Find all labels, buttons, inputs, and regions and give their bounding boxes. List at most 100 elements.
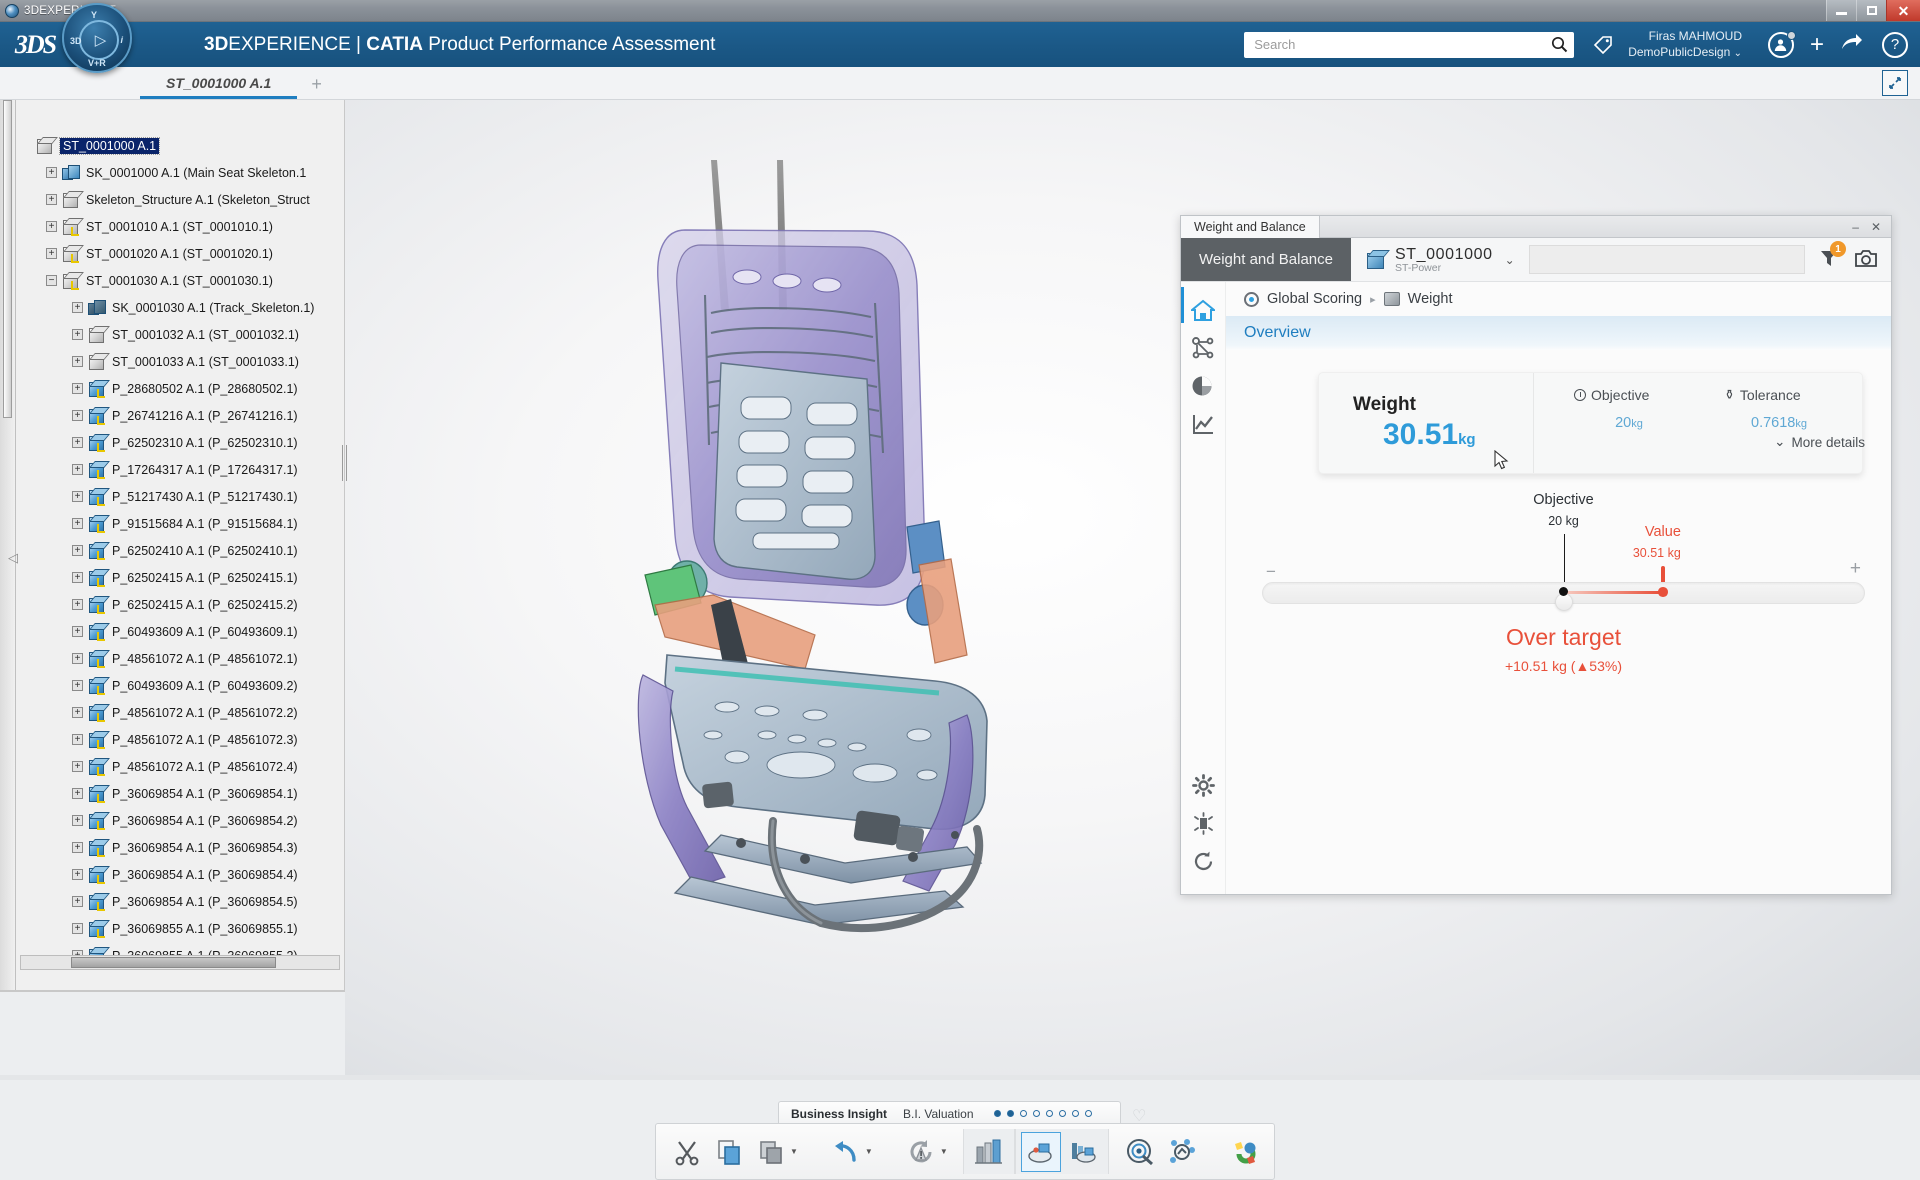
weight-objective-gauge[interactable]: Objective 20 kg Value 30.51 kg − + Over …: [1262, 492, 1865, 732]
collapse-tree-button[interactable]: ◁: [5, 545, 21, 571]
pagination-dot[interactable]: [994, 1110, 1001, 1117]
tree-node-label[interactable]: P_62502310 A.1 (P_62502310.1): [112, 436, 298, 450]
tree-node-label[interactable]: P_48561072 A.1 (P_48561072.1): [112, 652, 298, 666]
compass-label-vr[interactable]: V+R: [88, 58, 106, 68]
cut-icon[interactable]: [667, 1132, 707, 1172]
tree-node[interactable]: + P_36069854 A.1 (P_36069854.2): [20, 807, 345, 834]
tree-node-label[interactable]: P_36069854 A.1 (P_36069854.2): [112, 814, 298, 828]
tree-node-expander[interactable]: +: [46, 221, 57, 232]
tree-node-expander[interactable]: +: [72, 383, 83, 394]
pagination-dot[interactable]: [1085, 1110, 1092, 1117]
panel-close-button[interactable]: ✕: [1871, 220, 1881, 234]
tree-node-label[interactable]: ST_0001010 A.1 (ST_0001010.1): [86, 220, 273, 234]
tree-node[interactable]: + ST_0001010 A.1 (ST_0001010.1): [20, 213, 345, 240]
measure-inertia-icon[interactable]: [1021, 1132, 1061, 1172]
tree-node[interactable]: +P_36069855 A.1 (P_36069855.1): [20, 915, 345, 942]
tree-node[interactable]: +P_17264317 A.1 (P_17264317.1): [20, 456, 345, 483]
gauge-increase-button[interactable]: +: [1850, 558, 1861, 580]
tree-node-expander[interactable]: +: [72, 923, 83, 934]
gauge-decrease-button[interactable]: −: [1266, 562, 1276, 582]
snapshot-camera-icon[interactable]: [1855, 249, 1877, 271]
toolbar-filler-field[interactable]: [1529, 245, 1805, 274]
compass-label-i[interactable]: i: [120, 35, 123, 45]
user-org[interactable]: DemoPublicDesign ⌄: [1628, 44, 1742, 61]
tree-node-expander[interactable]: +: [72, 302, 83, 313]
tree-node-label[interactable]: ST_0001020 A.1 (ST_0001020.1): [86, 247, 273, 261]
tree-node-label[interactable]: P_62502415 A.1 (P_62502415.1): [112, 571, 298, 585]
tree-node[interactable]: +ST_0001033 A.1 (ST_0001033.1): [20, 348, 345, 375]
tree-node-label[interactable]: SK_0001030 A.1 (Track_Skeleton.1): [112, 301, 314, 315]
refresh-icon[interactable]: [1186, 842, 1220, 880]
relations-network-icon[interactable]: [1162, 1132, 1202, 1172]
tree-node-expander[interactable]: +: [72, 707, 83, 718]
line-chart-icon[interactable]: [1186, 405, 1220, 443]
help-icon[interactable]: ?: [1882, 32, 1908, 58]
tree-hscroll-thumb[interactable]: [71, 957, 276, 968]
pagination-dot[interactable]: [1072, 1110, 1079, 1117]
pagination-dot[interactable]: [1059, 1110, 1066, 1117]
undo-dropdown-caret[interactable]: ▼: [865, 1147, 873, 1156]
panel-minimize-button[interactable]: –: [1852, 220, 1859, 234]
breadcrumb-root[interactable]: Global Scoring: [1267, 291, 1362, 307]
tree-node-expander[interactable]: +: [72, 572, 83, 583]
tree-node-label[interactable]: P_17264317 A.1 (P_17264317.1): [112, 463, 298, 477]
tree-node-expander[interactable]: +: [46, 167, 57, 178]
tree-node-expander[interactable]: +: [72, 599, 83, 610]
tree-node-label[interactable]: P_62502415 A.1 (P_62502415.2): [112, 598, 298, 612]
tree-node-expander[interactable]: +: [72, 491, 83, 502]
tools-gear-icon[interactable]: [1226, 1132, 1266, 1172]
business-insight-tab[interactable]: Business Insight B.I. Valuation: [778, 1101, 1121, 1125]
tree-node-expander[interactable]: −: [46, 275, 57, 286]
pagination-dot[interactable]: [1033, 1110, 1040, 1117]
tree-resize-grip[interactable]: [341, 445, 350, 481]
tree-node-label[interactable]: P_36069854 A.1 (P_36069854.4): [112, 868, 298, 882]
more-details-toggle[interactable]: ⌄ More details: [1774, 434, 1865, 450]
chevron-down-icon[interactable]: ⌄: [1505, 253, 1515, 267]
pagination-dot[interactable]: [1020, 1110, 1027, 1117]
tree-node[interactable]: +P_48561072 A.1 (P_48561072.1): [20, 645, 345, 672]
tree-node[interactable]: +P_48561072 A.1 (P_48561072.3): [20, 726, 345, 753]
tree-node[interactable]: +P_62502410 A.1 (P_62502410.1): [20, 537, 345, 564]
window-close-button[interactable]: ✕: [1886, 0, 1920, 21]
tree-node-expander[interactable]: +: [72, 626, 83, 637]
tree-node-expander[interactable]: +: [46, 248, 57, 259]
tree-node-label[interactable]: Skeleton_Structure A.1 (Skeleton_Struct: [86, 193, 310, 207]
undo-icon[interactable]: [826, 1132, 866, 1172]
tree-node[interactable]: +P_48561072 A.1 (P_48561072.2): [20, 699, 345, 726]
tree-node-label[interactable]: P_60493609 A.1 (P_60493609.1): [112, 625, 298, 639]
navigation-compass[interactable]: Y ▷ 3D i V+R: [62, 3, 132, 73]
tree-node-expander[interactable]: +: [72, 842, 83, 853]
search-input[interactable]: [1254, 37, 1551, 52]
tree-node[interactable]: + P_28680502 A.1 (P_28680502.1): [20, 375, 345, 402]
tree-node-expander[interactable]: +: [46, 194, 57, 205]
object-selector[interactable]: ST_0001000 ST-Power ⌄: [1351, 238, 1529, 281]
dassault-systemes-logo[interactable]: 3DS: [14, 25, 56, 65]
tree-node[interactable]: +P_36069854 A.1 (P_36069854.3): [20, 834, 345, 861]
tree-node-label[interactable]: P_48561072 A.1 (P_48561072.3): [112, 733, 298, 747]
tree-node-label[interactable]: ST_0001030 A.1 (ST_0001030.1): [86, 274, 273, 288]
pagination-dot[interactable]: [1007, 1110, 1014, 1117]
measure-between-icon[interactable]: [1063, 1132, 1103, 1172]
tree-node-label[interactable]: ST_0001032 A.1 (ST_0001032.1): [112, 328, 299, 342]
tag-icon[interactable]: [1592, 34, 1614, 56]
tree-node-label[interactable]: P_91515684 A.1 (P_91515684.1): [112, 517, 298, 531]
tree-node[interactable]: +P_26741216 A.1 (P_26741216.1): [20, 402, 345, 429]
search-box[interactable]: [1244, 32, 1574, 58]
tree-node-label[interactable]: P_28680502 A.1 (P_28680502.1): [112, 382, 298, 396]
car-seat-model[interactable]: [515, 135, 1155, 1005]
tree-node-label[interactable]: ST_0001033 A.1 (ST_0001033.1): [112, 355, 299, 369]
copy-icon[interactable]: [709, 1132, 749, 1172]
tree-node-label[interactable]: P_51217430 A.1 (P_51217430.1): [112, 490, 298, 504]
target-scoring-icon[interactable]: [1120, 1132, 1160, 1172]
tree-node-expander[interactable]: +: [72, 815, 83, 826]
tree-node-expander[interactable]: +: [72, 410, 83, 421]
tree-node-label[interactable]: SK_0001000 A.1 (Main Seat Skeleton.1: [86, 166, 306, 180]
tree-node-expander[interactable]: +: [72, 761, 83, 772]
simulation-icon[interactable]: [1186, 804, 1220, 842]
tree-node[interactable]: +P_36069854 A.1 (P_36069854.1): [20, 780, 345, 807]
share-icon[interactable]: [1840, 32, 1864, 57]
tree-node-label[interactable]: P_36069854 A.1 (P_36069854.5): [112, 895, 298, 909]
relations-icon[interactable]: [1186, 329, 1220, 367]
tree-node[interactable]: + P_62502415 A.1 (P_62502415.1): [20, 564, 345, 591]
tree-node[interactable]: + SK_0001000 A.1 (Main Seat Skeleton.1: [20, 159, 345, 186]
